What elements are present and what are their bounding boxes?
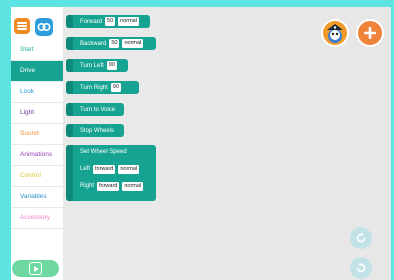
play-icon [29,262,42,275]
block-label: Turn Right [80,84,108,91]
menu-icon[interactable] [14,18,30,34]
right-speed-dropdown[interactable]: normal [122,181,144,191]
set-wheel-speed-block[interactable]: Set Wheel Speed Left forward normal Righ… [66,145,156,201]
category-list: Start Drive Look Light Sound Animations … [11,40,63,229]
category-accessory[interactable]: Accessory [11,208,63,229]
speed-dropdown[interactable]: normal [118,17,139,26]
undo-icon[interactable] [350,257,372,279]
block-label: Set Wheel Speed [80,147,127,157]
left-speed-dropdown[interactable]: normal [118,164,140,174]
category-drive[interactable]: Drive [11,61,63,82]
category-light[interactable]: Light [11,103,63,124]
set-wheel-speed-label: Set Wheel Speed [80,149,127,155]
speed-dropdown[interactable]: normal [122,39,144,48]
right-wheel-row: Right forward normal [80,181,144,191]
turn-left-block[interactable]: Turn Left 90 [66,59,128,72]
left-label: Left [80,166,91,172]
app-logo-icon[interactable] [35,18,53,36]
redo-icon[interactable] [350,227,372,249]
block-label: Turn to Voice [80,106,116,113]
category-variables[interactable]: Variables [11,187,63,208]
angle-input[interactable]: 90 [106,61,117,70]
block-label: Turn Left [80,62,104,69]
left-wheel-row: Left forward normal [80,164,140,174]
right-direction-dropdown[interactable]: forward [97,181,120,191]
angle-input[interactable]: 90 [110,83,121,92]
block-label: Stop Wheels [80,127,115,134]
forward-block[interactable]: Forward 50 normal [66,15,150,28]
stop-wheels-block[interactable]: Stop Wheels [66,124,124,137]
category-animations[interactable]: Animations [11,145,63,166]
turn-to-voice-block[interactable]: Turn to Voice [66,103,124,116]
block-palette: Forward 50 normal Backward 50 normal Tur… [63,7,159,280]
category-sound[interactable]: Sound [11,124,63,145]
category-sidebar: Start Drive Look Light Sound Animations … [11,7,63,280]
left-direction-dropdown[interactable]: forward [93,164,116,174]
turn-right-block[interactable]: Turn Right 90 [66,81,139,94]
category-control[interactable]: Control [11,166,63,187]
distance-input[interactable]: 50 [109,39,120,48]
right-label: Right [80,183,95,189]
distance-input[interactable]: 50 [105,17,116,26]
backward-block[interactable]: Backward 50 normal [66,37,156,50]
app-window: Start Drive Look Light Sound Animations … [11,7,391,280]
robot-avatar[interactable] [321,19,349,47]
block-label: Backward [80,40,107,47]
sidebar-header [14,13,62,37]
play-button[interactable] [12,260,59,277]
category-start[interactable]: Start [11,40,63,61]
plus-icon[interactable] [356,19,384,47]
category-look[interactable]: Look [11,82,63,103]
block-label: Forward [80,18,103,25]
